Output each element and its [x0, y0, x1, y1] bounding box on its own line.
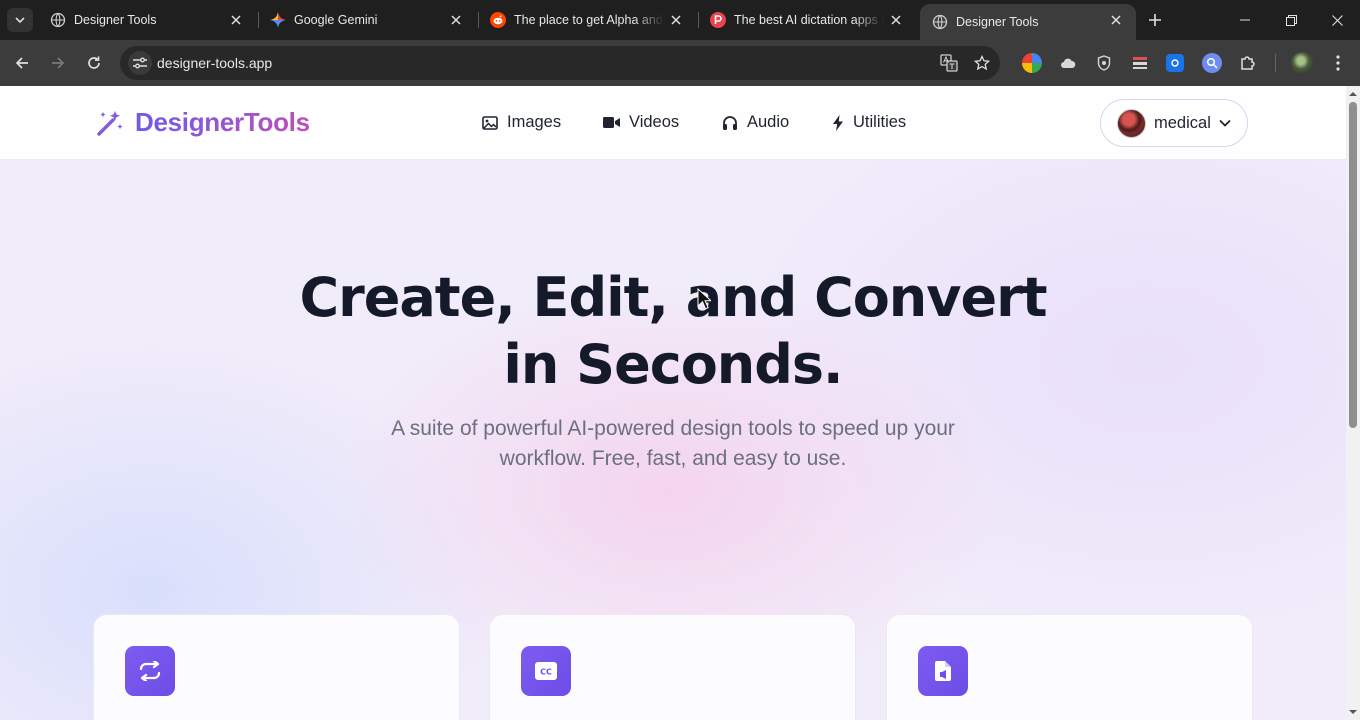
- magic-wand-icon: [97, 110, 123, 136]
- more-vertical-icon: [1336, 55, 1340, 71]
- bolt-icon: [833, 114, 843, 131]
- plus-icon: [1149, 14, 1161, 26]
- close-icon: [1331, 14, 1343, 26]
- close-tab-icon[interactable]: [888, 12, 904, 28]
- toolbar-separator: [1275, 54, 1276, 72]
- image-icon: [482, 115, 498, 130]
- nav-label: Utilities: [853, 113, 907, 131]
- minimize-icon: [1240, 19, 1250, 21]
- nav-videos[interactable]: Videos: [603, 113, 679, 132]
- avatar: [1117, 108, 1146, 138]
- close-tab-icon[interactable]: [448, 12, 464, 28]
- nav-label: Videos: [629, 113, 680, 131]
- nav-images[interactable]: Images: [482, 113, 561, 132]
- headphones-icon: [723, 116, 737, 130]
- tab-title: Designer Tools: [956, 15, 1039, 29]
- close-tab-icon[interactable]: [668, 12, 684, 28]
- brand-name: DesignerTools: [135, 107, 310, 137]
- url-text: designer-tools.app: [157, 55, 273, 71]
- close-window-button[interactable]: [1314, 0, 1360, 40]
- scroll-down-icon: [1349, 710, 1357, 714]
- close-tab-icon[interactable]: [1108, 12, 1124, 28]
- globe-icon: [932, 14, 948, 30]
- back-button[interactable]: [10, 51, 34, 75]
- tab-title: Designer Tools: [74, 13, 157, 27]
- arrow-right-icon: [52, 57, 65, 69]
- tab-title: The place to get Alpha and D: [514, 13, 664, 27]
- address-bar[interactable]: designer-tools.app: [120, 46, 1000, 80]
- convert-arrows-icon: [125, 646, 175, 696]
- tab-ai-dictation[interactable]: The best AI dictation apps in: [698, 0, 916, 40]
- hero-title-line2: in Seconds.: [503, 333, 843, 396]
- minimize-button[interactable]: [1222, 0, 1268, 40]
- gemini-icon: [270, 12, 286, 28]
- profile-avatar[interactable]: [1291, 52, 1313, 74]
- browser-toolbar: designer-tools.app: [0, 40, 1360, 86]
- tab-designer-tools-active[interactable]: Designer Tools: [920, 4, 1136, 40]
- site-info-icon[interactable]: [128, 51, 152, 75]
- nav-utilities[interactable]: Utilities: [832, 113, 906, 132]
- globe-icon: [50, 12, 66, 28]
- p-icon: [710, 12, 726, 28]
- document-audio-icon: [918, 646, 968, 696]
- svg-text:CC: CC: [540, 668, 552, 677]
- scroll-up-icon: [1349, 92, 1357, 96]
- extension-bar-icon[interactable]: [1130, 53, 1150, 73]
- tool-card[interactable]: [93, 614, 460, 720]
- browser-menu-button[interactable]: [1328, 53, 1348, 73]
- close-tab-icon[interactable]: [228, 12, 244, 28]
- scrollbar-thumb[interactable]: [1349, 102, 1357, 428]
- tab-title: The best AI dictation apps in: [734, 13, 884, 27]
- nav-label: Images: [507, 113, 562, 131]
- new-tab-button[interactable]: [1144, 9, 1166, 31]
- tab-reddit[interactable]: The place to get Alpha and D: [478, 0, 696, 40]
- chevron-down-icon: [15, 17, 25, 23]
- reddit-icon: [490, 12, 506, 28]
- hero-title-line1: Create, Edit, and Convert: [299, 266, 1047, 329]
- extension-shield-icon[interactable]: [1094, 53, 1114, 73]
- extension-blue-icon[interactable]: [1166, 54, 1184, 72]
- hero-subtitle: A suite of powerful AI-powered design to…: [391, 417, 955, 470]
- arrow-left-icon: [15, 57, 28, 69]
- extension-color-icon[interactable]: [1022, 53, 1042, 73]
- extension-search-icon[interactable]: [1202, 53, 1222, 73]
- tool-card[interactable]: [886, 614, 1253, 720]
- page-scrollbar[interactable]: [1346, 86, 1360, 720]
- user-name: medical: [1154, 113, 1211, 132]
- translate-icon[interactable]: [940, 54, 958, 72]
- reload-button[interactable]: [82, 51, 106, 75]
- browser-tab-strip: Designer Tools Google Gemini The place t…: [0, 0, 1360, 40]
- site-logo[interactable]: DesignerTools: [96, 107, 310, 138]
- extension-puzzle-cloud-icon[interactable]: [1058, 53, 1078, 73]
- restore-icon: [1285, 14, 1297, 26]
- tab-designer-tools-1[interactable]: Designer Tools: [38, 0, 256, 40]
- video-icon: [603, 117, 620, 128]
- tab-search-button[interactable]: [7, 8, 33, 32]
- tab-google-gemini[interactable]: Google Gemini: [258, 0, 476, 40]
- nav-audio[interactable]: Audio: [722, 113, 789, 132]
- chevron-down-icon: [1219, 119, 1231, 127]
- page-viewport: DesignerTools Images Videos Audio Utilit…: [0, 86, 1346, 720]
- nav-label: Audio: [747, 113, 790, 131]
- extensions-puzzle-icon[interactable]: [1238, 53, 1258, 73]
- forward-button[interactable]: [46, 51, 70, 75]
- tool-card[interactable]: CC: [489, 614, 856, 720]
- bookmark-star-icon[interactable]: [973, 54, 991, 72]
- hero-title: Create, Edit, and Convert in Seconds.: [0, 264, 1346, 398]
- restore-button[interactable]: [1268, 0, 1314, 40]
- tab-title: Google Gemini: [294, 13, 378, 27]
- site-header: DesignerTools Images Videos Audio Utilit…: [0, 86, 1346, 160]
- mouse-cursor-icon: [697, 288, 711, 310]
- reload-icon: [88, 56, 100, 69]
- closed-captions-icon: CC: [521, 646, 571, 696]
- user-menu-button[interactable]: medical: [1100, 99, 1248, 147]
